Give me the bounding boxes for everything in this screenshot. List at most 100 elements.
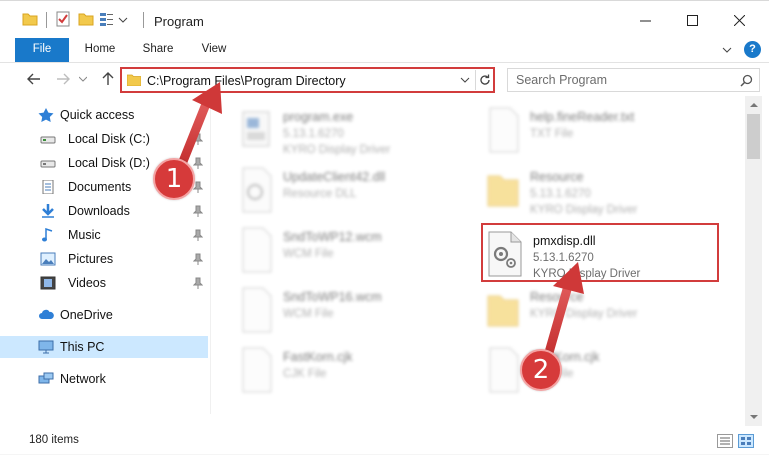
pin-icon[interactable] [193,277,203,289]
file-type: Resource DLL [283,188,357,200]
computer-icon [38,340,54,354]
nav-this-pc[interactable]: This PC [0,336,208,358]
pictures-icon [40,252,56,266]
pin-icon[interactable] [193,157,203,169]
address-path: C:\Program Files\Program Directory [147,74,346,88]
folder-icon [127,74,141,86]
pin-icon[interactable] [193,205,203,217]
nav-onedrive[interactable]: OneDrive [0,304,208,326]
videos-icon [40,276,56,290]
nav-quick-access[interactable]: Quick access [0,104,208,126]
divider [143,12,144,28]
close-button[interactable] [716,5,762,35]
file-type: TXT File [530,128,574,140]
nav-item-downloads[interactable]: Downloads [0,200,208,222]
step-badge-2: 2 [520,349,562,391]
minimize-button[interactable] [622,5,668,35]
highlight-frame [481,223,719,282]
nav-item-videos[interactable]: Videos [0,272,208,294]
forward-button[interactable] [53,69,73,89]
up-button[interactable] [98,69,118,89]
scroll-thumb[interactable] [747,114,760,159]
nav-label: Local Disk (D:) [68,156,150,170]
tab-home[interactable]: Home [76,38,124,62]
scroll-up-icon [749,103,758,107]
maximize-button[interactable] [669,5,715,35]
vertical-scrollbar[interactable] [745,96,762,426]
window-title: Program [154,14,204,29]
tab-share[interactable]: Share [134,38,182,62]
file-item[interactable]: Resource KYRO Display Driver [482,282,722,342]
file-item[interactable]: SndToWP16.wcm WCM File [235,282,475,342]
file-description: KYRO Display Driver [530,308,638,320]
file-item[interactable]: help.fineReader.txt TXT File [482,102,722,162]
scroll-up-button[interactable] [745,96,762,113]
file-name: FastKorn.cjk [283,350,353,364]
nav-label: OneDrive [60,308,113,322]
details-view-icon[interactable] [717,434,733,448]
file-item[interactable]: Resource 5.13.1.6270 KYRO Display Driver [482,162,722,222]
search-icon [740,74,753,87]
file-name: Resource [530,290,584,304]
file-name: SndToWP12.wcm [283,230,382,244]
nav-network[interactable]: Network [0,368,208,390]
maximize-icon [686,14,698,26]
pin-icon[interactable] [193,229,203,241]
scroll-down-button[interactable] [745,409,762,426]
file-type: WCM File [283,248,334,260]
file-item[interactable]: SndToWP12.wcm WCM File [235,222,475,282]
nav-item-music[interactable]: Music [0,224,208,246]
tiles-view-icon[interactable] [738,434,754,448]
scroll-down-icon [749,415,758,419]
back-arrow-icon [27,73,40,85]
recent-locations-button[interactable] [76,69,90,89]
file-item[interactable]: UpdateClient42.dll Resource DLL [235,162,475,222]
exe-icon [242,111,270,147]
navigation-pane: Quick access Local Disk (C:) Local Disk … [0,96,210,426]
file-item[interactable]: FastKorn.cjk CJK File [235,342,475,402]
search-placeholder: Search Program [516,73,608,87]
music-icon [42,228,53,242]
refresh-button[interactable] [475,70,493,90]
file-name: UpdateClient42.dll [283,170,386,184]
refresh-icon [479,74,490,85]
address-input[interactable]: C:\Program Files\Program Directory [120,67,495,93]
folder-icon[interactable] [22,11,38,27]
file-type: CJK File [283,368,327,380]
file-item[interactable]: program.exe 5.13.1.6270 KYRO Display Dri… [235,102,475,162]
pin-icon[interactable] [193,253,203,265]
forward-arrow-icon [57,73,70,85]
chevron-down-icon[interactable] [459,73,471,87]
file-item[interactable]: FastKorn.cjk CJK File [482,342,722,402]
nav-item-pictures[interactable]: Pictures [0,248,208,270]
file-name: program.exe [283,110,354,124]
chevron-down-icon[interactable] [118,11,128,27]
nav-label: Pictures [68,252,114,266]
file-version: 5.13.1.6270 [283,128,344,140]
drive-icon [40,160,56,168]
step-badge-1: 1 [153,158,195,200]
expand-ribbon-icon[interactable] [722,46,732,54]
properties-icon[interactable] [55,11,71,27]
new-folder-icon[interactable] [78,11,94,27]
back-button[interactable] [24,69,44,89]
customize-toolbar-icon[interactable] [99,11,115,27]
pin-icon[interactable] [193,133,203,145]
text-file-icon [489,107,519,153]
nav-label: Quick access [60,108,135,122]
divider [46,12,47,28]
search-input[interactable]: Search Program [507,68,760,92]
generic-file-icon [242,287,272,333]
file-description: KYRO Display Driver [283,144,391,156]
ribbon-tabs: File Home Share View ? [0,38,769,62]
tab-view[interactable]: View [192,38,236,62]
network-icon [38,372,54,384]
dll-icon [242,167,272,213]
file-name: SndToWP16.wcm [283,290,382,304]
generic-file-icon [242,347,272,393]
tab-file[interactable]: File [15,38,69,62]
nav-label: Documents [68,180,132,194]
window-bottom-edge [0,454,769,469]
nav-item-local-disk-c[interactable]: Local Disk (C:) [0,128,208,150]
help-icon[interactable]: ? [744,41,761,58]
